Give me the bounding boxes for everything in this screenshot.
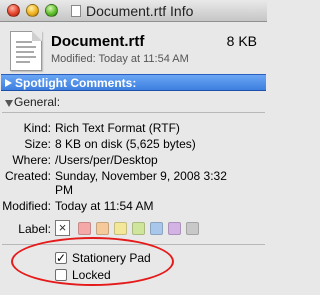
close-button[interactable] bbox=[7, 4, 20, 17]
modified-value: Today at 11:54 AM bbox=[55, 199, 154, 213]
where-value: /Users/per/Desktop bbox=[55, 153, 158, 167]
text-line bbox=[16, 46, 36, 48]
text-line bbox=[16, 56, 36, 58]
created-value-continued: PM bbox=[55, 183, 73, 197]
zoom-button[interactable] bbox=[45, 4, 58, 17]
file-name: Document.rtf bbox=[51, 33, 145, 50]
kind-label: Kind: bbox=[23, 121, 51, 135]
created-label: Created: bbox=[4, 169, 51, 183]
modified-label: Modified: bbox=[2, 199, 51, 213]
highlight-annotation bbox=[11, 237, 174, 286]
general-section-header[interactable]: General: bbox=[0, 95, 267, 111]
window-title: Document.rtf Info bbox=[86, 3, 194, 19]
general-label: General: bbox=[14, 95, 61, 109]
divider bbox=[2, 112, 265, 113]
label-swatch-green[interactable] bbox=[132, 222, 145, 235]
label-none-button[interactable]: × bbox=[55, 220, 70, 236]
disclosure-right-icon[interactable] bbox=[5, 79, 12, 87]
document-icon bbox=[71, 5, 81, 17]
text-line bbox=[16, 41, 32, 43]
spotlight-comments-label: Spotlight Comments: bbox=[15, 76, 137, 90]
text-line bbox=[16, 51, 34, 53]
kind-value: Rich Text Format (RTF) bbox=[55, 121, 180, 135]
label-swatch-yellow[interactable] bbox=[114, 222, 127, 235]
label-swatch-blue[interactable] bbox=[150, 222, 163, 235]
disclosure-down-icon[interactable] bbox=[5, 100, 13, 107]
label-swatch-purple[interactable] bbox=[168, 222, 181, 235]
label-swatch-red[interactable] bbox=[78, 222, 91, 235]
minimize-button[interactable] bbox=[26, 4, 39, 17]
spotlight-comments-header[interactable]: Spotlight Comments: bbox=[1, 74, 266, 91]
file-size: 8 KB bbox=[226, 33, 257, 49]
color-label-label: Label: bbox=[18, 222, 51, 236]
file-icon bbox=[10, 31, 42, 71]
file-modified: Modified: Today at 11:54 AM bbox=[51, 53, 189, 65]
text-line bbox=[16, 61, 30, 63]
size-label: Size: bbox=[24, 137, 51, 151]
label-swatch-orange[interactable] bbox=[96, 222, 109, 235]
label-swatch-gray[interactable] bbox=[186, 222, 199, 235]
title-bar[interactable]: Document.rtf Info bbox=[0, 0, 267, 22]
where-label: Where: bbox=[12, 153, 51, 167]
size-value: 8 KB on disk (5,625 bytes) bbox=[55, 137, 196, 151]
created-value: Sunday, November 9, 2008 3:32 bbox=[55, 169, 227, 183]
